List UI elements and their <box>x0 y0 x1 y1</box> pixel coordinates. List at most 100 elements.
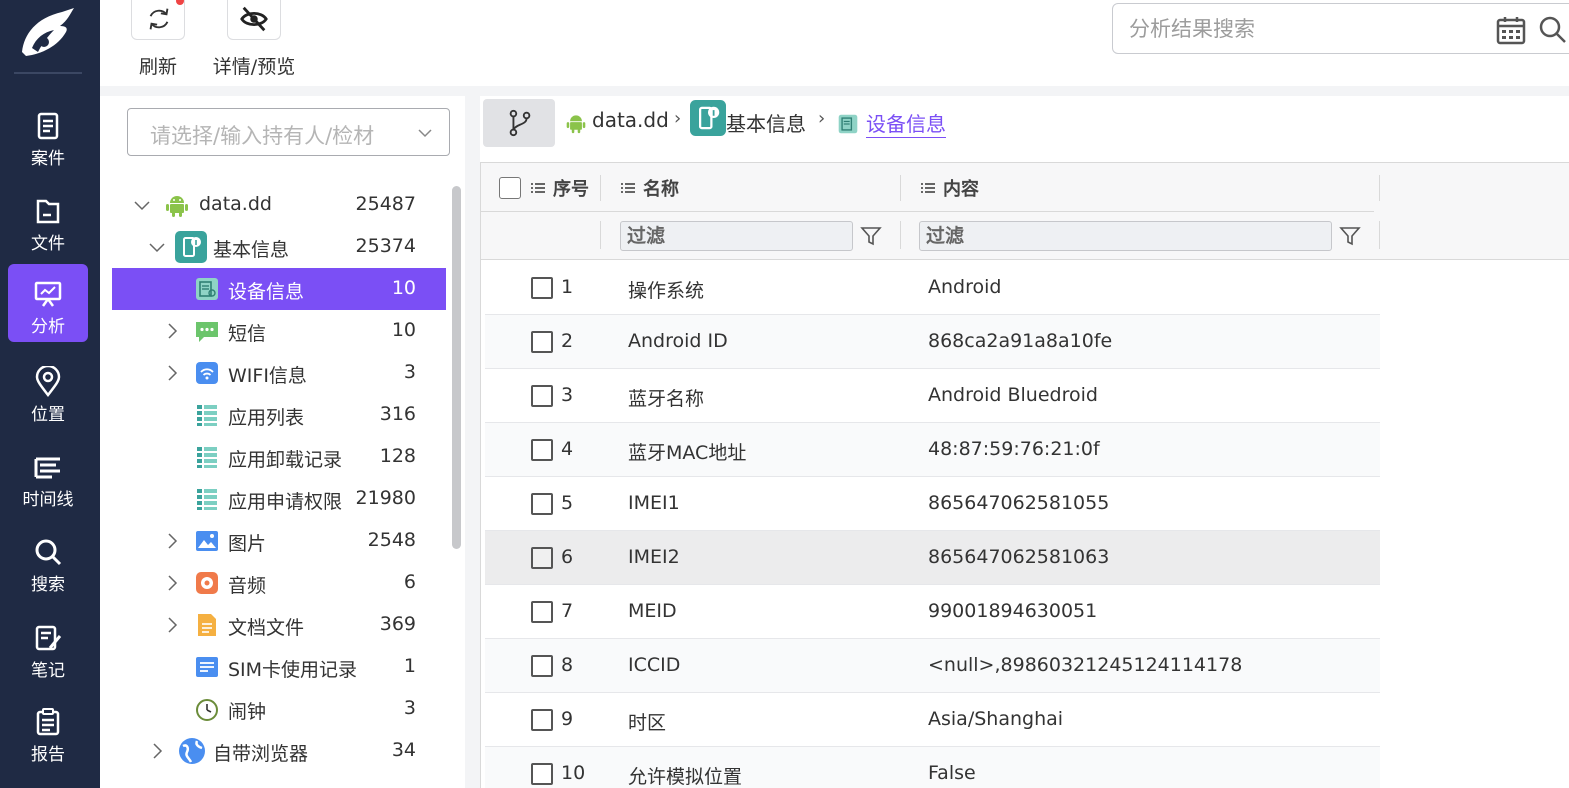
tree-item-label: 短信 <box>228 323 267 345</box>
column-separator <box>600 175 601 201</box>
table-row[interactable]: 3 蓝牙名称 Android Bluedroid <box>485 369 1380 423</box>
tree-item-images[interactable]: 图片 2548 <box>112 520 446 562</box>
tree-item-sim-records[interactable]: SIM卡使用记录 1 <box>112 646 446 688</box>
table-row[interactable]: 6 IMEI2 865647062581063 <box>485 531 1380 585</box>
result-search-input[interactable] <box>1129 14 1469 44</box>
tree-item-browser[interactable]: 自带浏览器 34 <box>112 730 446 772</box>
owner-select[interactable]: 请选择/输入持有人/检材 <box>127 108 450 156</box>
grid-header: 序号 名称 内容 <box>481 163 1569 260</box>
row-index: 5 <box>561 492 574 514</box>
breadcrumb-current[interactable]: 设备信息 <box>866 108 946 138</box>
table-row[interactable]: 4 蓝牙MAC地址 48:87:59:76:21:0f <box>485 423 1380 477</box>
refresh-button[interactable]: 刷新 <box>131 0 185 79</box>
row-value: 868ca2a91a8a10fe <box>928 330 1113 352</box>
tree-item-app-list[interactable]: 应用列表 316 <box>112 394 446 436</box>
column-menu-icon[interactable] <box>621 181 635 195</box>
nav-timeline-label: 时间线 <box>22 490 74 510</box>
search-icon[interactable] <box>1537 14 1569 46</box>
chevron-down-icon <box>418 129 432 138</box>
tree-item-label: 应用列表 <box>228 407 305 429</box>
column-header-index[interactable]: 序号 <box>553 175 589 201</box>
tree-item-data-dd[interactable]: data.dd 25487 <box>112 184 446 226</box>
nav-timeline[interactable]: 时间线 <box>8 437 88 515</box>
column-separator <box>1379 175 1380 201</box>
chevron-right-icon[interactable] <box>164 323 180 339</box>
nav-analysis[interactable]: 分析 <box>8 264 88 342</box>
tree-item-device-info[interactable]: 设备信息 10 <box>112 268 446 310</box>
tree-item-count: 3 <box>403 361 416 383</box>
nav-location[interactable]: 位置 <box>8 352 88 430</box>
eye-off-icon <box>240 6 268 32</box>
column-menu-icon[interactable] <box>921 181 935 195</box>
wifi-icon <box>196 362 218 384</box>
note-icon <box>35 625 62 651</box>
tree-item-wifi[interactable]: WIFI信息 3 <box>112 352 446 394</box>
android-icon <box>166 196 188 217</box>
nav-search[interactable]: 搜索 <box>8 522 88 600</box>
tree-item-audio[interactable]: 音频 6 <box>112 562 446 604</box>
device-info-icon <box>838 114 858 134</box>
table-row[interactable]: 9 时区 Asia/Shanghai <box>485 693 1380 747</box>
table-row[interactable]: 1 操作系统 Android <box>485 261 1380 315</box>
tree-scrollbar[interactable] <box>452 186 461 549</box>
tree-item-app-permissions[interactable]: 应用申请权限 21980 <box>112 478 446 520</box>
column-header-content[interactable]: 内容 <box>943 175 979 201</box>
tree-item-documents[interactable]: 文档文件 369 <box>112 604 446 646</box>
row-index: 1 <box>561 276 574 298</box>
chevron-right-icon[interactable] <box>164 575 180 591</box>
row-value: Android Bluedroid <box>928 384 1098 406</box>
row-name: IMEI2 <box>628 546 680 568</box>
table-row[interactable]: 5 IMEI1 865647062581055 <box>485 477 1380 531</box>
nav-note[interactable]: 笔记 <box>8 608 88 686</box>
nav-file[interactable]: 文件 <box>8 181 88 259</box>
row-checkbox[interactable] <box>531 331 553 353</box>
row-checkbox[interactable] <box>531 277 553 299</box>
row-checkbox[interactable] <box>531 493 553 515</box>
tree-item-sms[interactable]: 短信 10 <box>112 310 446 352</box>
filter-icon[interactable] <box>1339 225 1361 247</box>
row-index: 9 <box>561 708 574 730</box>
chevron-right-icon[interactable] <box>149 743 165 759</box>
row-checkbox[interactable] <box>531 601 553 623</box>
table-row[interactable]: 10 允许模拟位置 False <box>485 747 1380 788</box>
chevron-right-icon[interactable] <box>164 533 180 549</box>
row-checkbox[interactable] <box>531 385 553 407</box>
nav-case[interactable]: 案件 <box>8 96 88 174</box>
detail-preview-button[interactable]: 详情/预览 <box>204 0 304 79</box>
calendar-icon[interactable] <box>1495 14 1527 46</box>
column-separator <box>900 175 901 201</box>
image-icon <box>196 531 218 551</box>
nav-report[interactable]: 报告 <box>8 692 88 770</box>
row-name: 操作系统 <box>628 280 705 302</box>
name-filter-input[interactable] <box>620 221 853 251</box>
chevron-right-icon[interactable] <box>164 365 180 381</box>
filter-icon[interactable] <box>860 225 882 247</box>
row-name: Android ID <box>628 330 728 352</box>
table-row[interactable]: 8 ICCID <null>,89860321245124114178 <box>485 639 1380 693</box>
chevron-down-icon[interactable] <box>134 197 150 213</box>
row-index: 10 <box>561 762 586 784</box>
chevron-down-icon[interactable] <box>149 239 165 255</box>
analysis-icon <box>34 281 62 307</box>
list-icon <box>197 489 217 510</box>
branch-button[interactable] <box>483 99 555 147</box>
row-checkbox[interactable] <box>531 439 553 461</box>
audio-icon <box>196 572 218 594</box>
row-checkbox[interactable] <box>531 709 553 731</box>
tree-item-alarm[interactable]: 闹钟 3 <box>112 688 446 730</box>
row-checkbox[interactable] <box>531 655 553 677</box>
chevron-right-icon[interactable] <box>164 617 180 633</box>
table-row[interactable]: 7 MEID 99001894630051 <box>485 585 1380 639</box>
breadcrumb-level1[interactable]: 基本信息 <box>726 108 806 137</box>
select-all-checkbox[interactable] <box>499 177 521 199</box>
content-filter-input[interactable] <box>919 221 1332 251</box>
column-menu-icon[interactable] <box>531 181 545 195</box>
row-checkbox[interactable] <box>531 763 553 785</box>
tree-item-basic-info[interactable]: 基本信息 25374 <box>112 226 446 268</box>
table-row[interactable]: 2 Android ID 868ca2a91a8a10fe <box>485 315 1380 369</box>
tree-item-app-uninstall[interactable]: 应用卸载记录 128 <box>112 436 446 478</box>
sms-icon <box>196 322 218 342</box>
breadcrumb-root[interactable]: data.dd <box>592 108 669 132</box>
column-header-name[interactable]: 名称 <box>643 175 679 201</box>
row-checkbox[interactable] <box>531 547 553 569</box>
